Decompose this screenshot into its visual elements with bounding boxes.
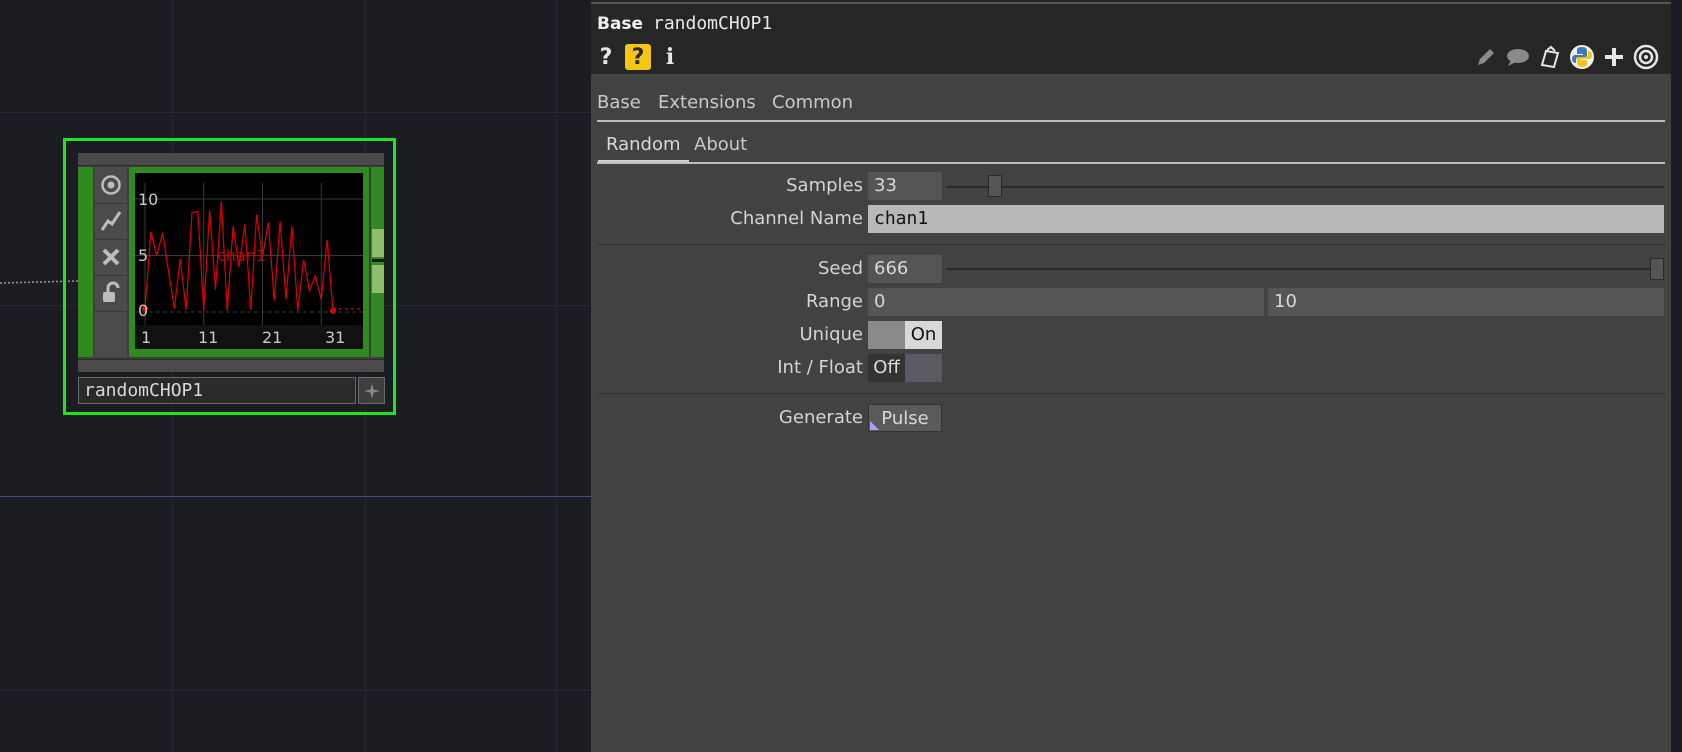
node-bottom-bar xyxy=(78,359,384,372)
channel-plot: 10 5 0 chan1 1 11 21 31 xyxy=(135,183,363,349)
channel-name-label: Channel Name xyxy=(730,208,863,229)
range-min-field[interactable]: 0 xyxy=(868,288,1264,316)
y-tick-label: 10 xyxy=(138,190,158,209)
page-tabs: Base Extensions Common xyxy=(597,88,1665,122)
tab-about[interactable]: About xyxy=(694,130,747,160)
node-left-bypass-strip[interactable] xyxy=(78,167,93,357)
range-label: Range xyxy=(805,291,863,312)
samples-field[interactable]: 33 xyxy=(868,172,942,200)
y-tick-label: 5 xyxy=(138,246,148,265)
add-icon[interactable] xyxy=(1601,44,1627,70)
generate-label: Generate xyxy=(778,407,863,428)
tab-random[interactable]: Random xyxy=(598,130,689,164)
parameter-tabs: Random About xyxy=(597,130,1665,164)
horizontal-divider-line xyxy=(0,496,591,497)
y-tick-label: 0 xyxy=(138,301,148,320)
samples-label: Samples xyxy=(786,175,863,196)
output-connector-top[interactable] xyxy=(372,229,384,257)
range-max-field[interactable]: 10 xyxy=(1268,288,1664,316)
network-editor[interactable]: 10 5 0 chan1 1 11 21 31 randomCHOP1 xyxy=(0,0,591,752)
tab-common[interactable]: Common xyxy=(772,88,853,118)
unique-toggle-value: On xyxy=(905,321,942,349)
edit-pencil-icon[interactable] xyxy=(1473,44,1499,70)
int-float-toggle-value: Off xyxy=(868,354,905,382)
bypass-flag-icon[interactable] xyxy=(95,239,127,276)
section-separator xyxy=(597,393,1665,394)
x-tick-label: 11 xyxy=(198,328,218,347)
info-icon[interactable]: i xyxy=(657,44,683,70)
clipboard-icon[interactable] xyxy=(1537,44,1563,70)
tab-extensions[interactable]: Extensions xyxy=(658,88,756,118)
samples-slider-track[interactable] xyxy=(946,186,1664,188)
pulse-label: Pulse xyxy=(881,408,929,429)
unique-label: Unique xyxy=(799,324,864,345)
seed-slider-track[interactable] xyxy=(946,268,1664,270)
seed-slider-handle[interactable] xyxy=(1650,258,1664,280)
unique-toggle[interactable]: On xyxy=(868,321,942,349)
panel-header: Base randomCHOP1 xyxy=(591,0,1671,40)
python-icon[interactable] xyxy=(1569,44,1595,70)
comment-icon[interactable] xyxy=(1505,44,1531,70)
section-separator xyxy=(597,244,1665,245)
channel-name-label: chan1 xyxy=(217,246,266,265)
op-type-label: Base xyxy=(597,14,644,34)
seed-field[interactable]: 666 xyxy=(868,255,942,283)
parameter-panel: Base randomCHOP1 ? ? i Base Extensions C… xyxy=(591,0,1671,752)
help-icon[interactable]: ? xyxy=(593,44,619,70)
x-tick-label: 31 xyxy=(325,328,345,347)
op-help-icon[interactable]: ? xyxy=(625,44,651,70)
node-top-bar xyxy=(78,153,384,166)
chop-node[interactable]: 10 5 0 chan1 1 11 21 31 randomCHOP1 xyxy=(63,138,396,415)
pulse-corner-icon xyxy=(870,421,879,430)
node-add-button[interactable] xyxy=(358,377,385,404)
tab-base[interactable]: Base xyxy=(597,88,641,118)
target-icon[interactable] xyxy=(1633,44,1659,70)
node-flags xyxy=(95,167,127,357)
viewer-flag-icon[interactable] xyxy=(95,167,127,204)
node-body[interactable]: 10 5 0 chan1 1 11 21 31 xyxy=(78,153,384,372)
channel-name-field[interactable]: chan1 xyxy=(868,205,1664,233)
generate-pulse-button[interactable]: Pulse xyxy=(868,404,942,432)
export-flag-icon[interactable] xyxy=(95,203,127,240)
x-tick-label: 1 xyxy=(141,328,151,347)
x-tick-label: 21 xyxy=(262,328,282,347)
output-connector-bottom[interactable] xyxy=(372,265,384,293)
int-float-label: Int / Float xyxy=(777,357,863,378)
lock-flag-icon[interactable] xyxy=(95,275,127,312)
int-float-toggle[interactable]: Off xyxy=(868,354,942,382)
node-right-strip[interactable] xyxy=(371,167,384,357)
node-name-field[interactable]: randomCHOP1 xyxy=(78,377,356,404)
node-viewer[interactable]: 10 5 0 chan1 1 11 21 31 xyxy=(135,173,363,349)
plus-icon xyxy=(363,382,380,399)
op-name-label[interactable]: randomCHOP1 xyxy=(653,13,772,34)
samples-slider-handle[interactable] xyxy=(988,175,1003,197)
panel-toolbar: ? ? i xyxy=(591,40,1671,74)
seed-label: Seed xyxy=(818,258,863,279)
node-viewer-frame: 10 5 0 chan1 1 11 21 31 xyxy=(129,167,369,357)
